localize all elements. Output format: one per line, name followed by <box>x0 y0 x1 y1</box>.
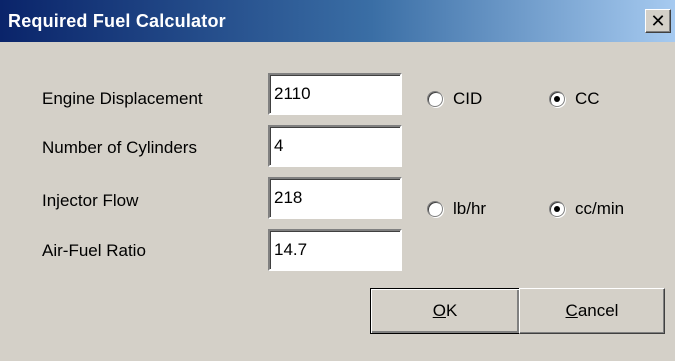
cancel-button[interactable]: Cancel <box>519 288 665 334</box>
close-button[interactable]: ✕ <box>645 9 671 33</box>
air-fuel-ratio-input[interactable] <box>268 229 402 271</box>
ok-mnemonic: O <box>432 301 446 320</box>
unit-cid-radio[interactable]: CID <box>427 89 482 109</box>
required-fuel-calculator-dialog: Required Fuel Calculator ✕ Engine Displa… <box>0 0 675 361</box>
unit-lb-hr-radio[interactable]: lb/hr <box>427 199 486 219</box>
engine-displacement-label: Engine Displacement <box>42 89 203 108</box>
cancel-label-rest: ancel <box>577 301 619 320</box>
ok-button[interactable]: OK <box>370 288 520 334</box>
ok-label-rest: K <box>445 301 458 320</box>
air-fuel-ratio-label: Air-Fuel Ratio <box>42 241 146 260</box>
unit-lb-hr-label: lb/hr <box>453 199 487 218</box>
engine-displacement-input[interactable] <box>268 73 402 115</box>
window-title: Required Fuel Calculator <box>8 11 226 31</box>
injector-flow-input[interactable] <box>268 177 402 219</box>
unit-cc-label: CC <box>575 89 600 108</box>
unit-cc-min-radio[interactable]: cc/min <box>549 199 624 219</box>
unit-cc-radio[interactable]: CC <box>549 89 600 109</box>
num-cylinders-input[interactable] <box>268 125 402 167</box>
cancel-mnemonic: C <box>565 301 578 320</box>
title-bar[interactable]: Required Fuel Calculator ✕ <box>0 0 675 42</box>
radio-button-icon <box>549 201 565 217</box>
unit-cid-label: CID <box>453 89 483 108</box>
close-icon: ✕ <box>650 11 666 31</box>
injector-flow-label: Injector Flow <box>42 191 139 210</box>
num-cylinders-label: Number of Cylinders <box>42 138 197 157</box>
unit-cc-min-label: cc/min <box>575 199 625 218</box>
radio-button-icon <box>427 201 443 217</box>
radio-button-icon <box>549 91 565 107</box>
radio-button-icon <box>427 91 443 107</box>
